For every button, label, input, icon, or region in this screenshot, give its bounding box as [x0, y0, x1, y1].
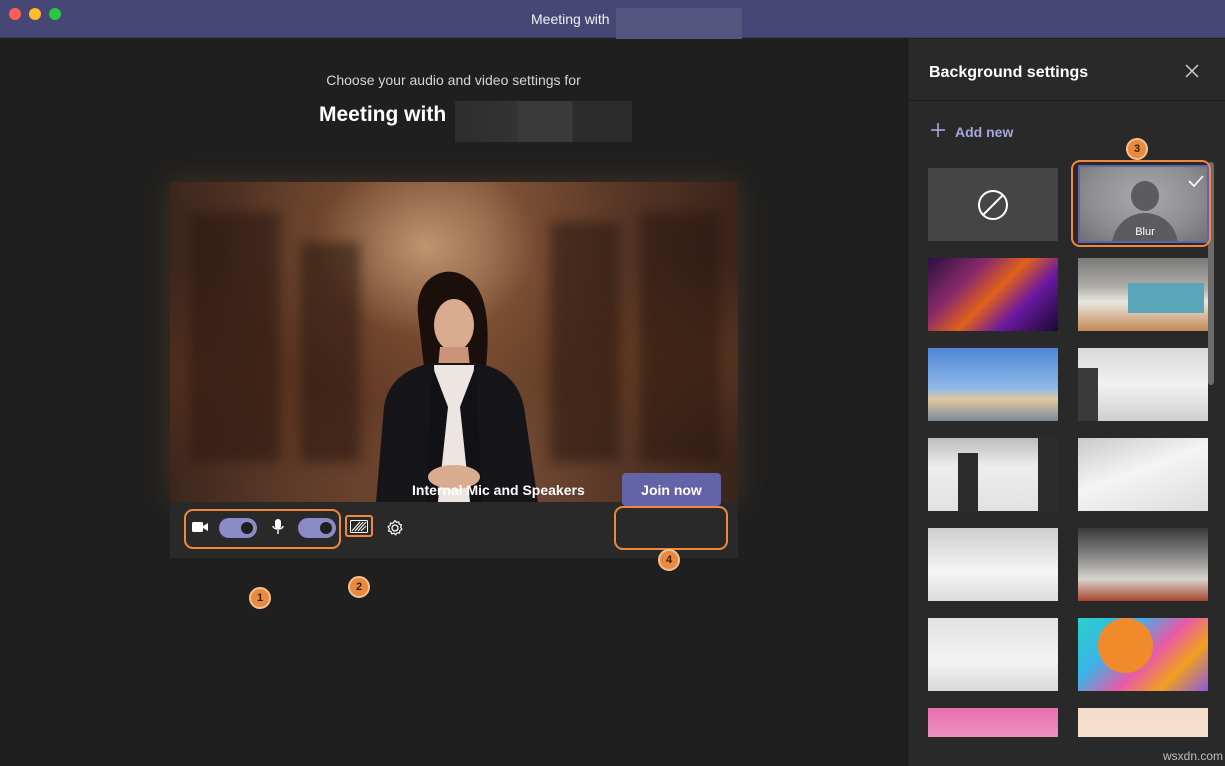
- teams-window: Meeting with Choose your audio and video…: [0, 0, 1225, 766]
- microphone-icon[interactable]: [272, 518, 284, 536]
- add-new-background-button[interactable]: Add new: [930, 122, 946, 142]
- background-settings-panel: Background settings Add new: [907, 39, 1225, 766]
- background-option-plain-room[interactable]: [928, 618, 1058, 691]
- background-option-balloons[interactable]: [1078, 618, 1208, 691]
- callout-badge-3: 3: [1126, 138, 1148, 160]
- callout-highlight-3: [1071, 160, 1211, 247]
- callout-badge-2: 2: [348, 576, 370, 598]
- panel-divider: [908, 100, 1225, 101]
- watermark: wsxdn.com: [1163, 749, 1223, 763]
- no-background-icon: [977, 189, 1009, 221]
- background-option-office-loft[interactable]: [1078, 258, 1208, 331]
- window-title: Meeting with: [531, 11, 610, 27]
- callout-badge-1: 1: [249, 587, 271, 609]
- background-option-white-hall[interactable]: [928, 438, 1058, 511]
- redacted-meeting-title: [455, 101, 632, 142]
- window-minimize-button[interactable]: [29, 8, 41, 20]
- microphone-toggle[interactable]: [298, 518, 336, 538]
- background-option-none[interactable]: [928, 168, 1058, 241]
- background-effects-icon[interactable]: [350, 520, 368, 533]
- prejoin-main: Choose your audio and video settings for…: [0, 39, 907, 766]
- close-icon[interactable]: [1184, 63, 1200, 79]
- background-option-confetti[interactable]: [928, 708, 1058, 737]
- callout-badge-4: 4: [658, 549, 680, 571]
- panel-title: Background settings: [929, 64, 1088, 82]
- background-option-white-studio[interactable]: [1078, 438, 1208, 511]
- background-option-white-room[interactable]: [1078, 348, 1208, 421]
- video-preview: [170, 182, 738, 502]
- background-option-glass-office[interactable]: [1078, 528, 1208, 601]
- audio-device-label[interactable]: Internal Mic and Speakers: [412, 482, 585, 498]
- plus-icon: [930, 122, 946, 138]
- join-now-button[interactable]: Join now: [622, 473, 721, 506]
- callout-highlight-4: [614, 506, 728, 550]
- redacted-meeting-name: [616, 8, 742, 42]
- add-new-label: Add new: [955, 124, 1013, 140]
- background-option-bridge[interactable]: [1078, 708, 1208, 737]
- title-bar: Meeting with: [0, 0, 1225, 38]
- background-option-concert[interactable]: [928, 258, 1058, 331]
- background-option-beach-camp[interactable]: [928, 348, 1058, 421]
- prejoin-subtitle: Choose your audio and video settings for: [0, 72, 907, 88]
- blurred-shelf: [190, 212, 280, 462]
- window-maximize-button[interactable]: [49, 8, 61, 20]
- camera-toggle[interactable]: [219, 518, 257, 538]
- window-close-button[interactable]: [9, 8, 21, 20]
- person-silhouette: [366, 267, 546, 502]
- device-settings-gear-icon[interactable]: [386, 519, 404, 537]
- camera-icon[interactable]: [191, 520, 209, 534]
- blurred-shelf: [300, 242, 360, 462]
- background-option-empty-white-room[interactable]: [928, 528, 1058, 601]
- blurred-shelf: [640, 212, 720, 462]
- blurred-shelf: [550, 222, 620, 462]
- meeting-title: Meeting with: [319, 103, 446, 127]
